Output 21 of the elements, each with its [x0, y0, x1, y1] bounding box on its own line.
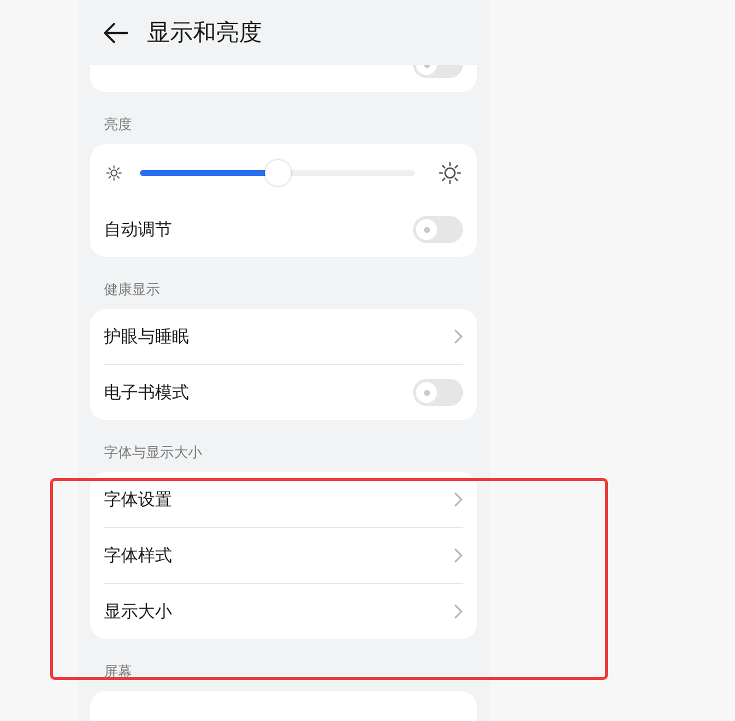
setting-item[interactable]: 字体设置 — [104, 488, 172, 511]
chevron-right-icon — [454, 604, 463, 619]
setting-item[interactable]: 字体样式 — [104, 544, 172, 567]
setting-item[interactable]: 显示大小 — [104, 600, 172, 623]
chevron-right-icon — [454, 548, 463, 563]
setting-item[interactable]: 护眼与睡眠 — [104, 325, 189, 348]
setting-label: 自动调节 — [104, 219, 172, 241]
section-header: 亮度 — [103, 116, 133, 135]
chevron-right-icon — [454, 492, 463, 507]
section-header: 字体与显示大小 — [103, 444, 203, 463]
toggle-switch[interactable] — [413, 379, 463, 406]
brightness-icon — [437, 160, 463, 186]
section-header: 屏幕 — [103, 663, 133, 682]
back-arrow-icon[interactable] — [103, 22, 129, 44]
chevron-right-icon — [454, 329, 463, 344]
slider-thumb[interactable] — [264, 160, 290, 186]
section-header: 健康显示 — [103, 281, 161, 300]
brightness-icon — [104, 163, 124, 183]
toggle-switch[interactable] — [413, 216, 463, 243]
setting-label: 电子书模式 — [104, 382, 189, 404]
page-title: 显示和亮度 — [147, 19, 262, 48]
